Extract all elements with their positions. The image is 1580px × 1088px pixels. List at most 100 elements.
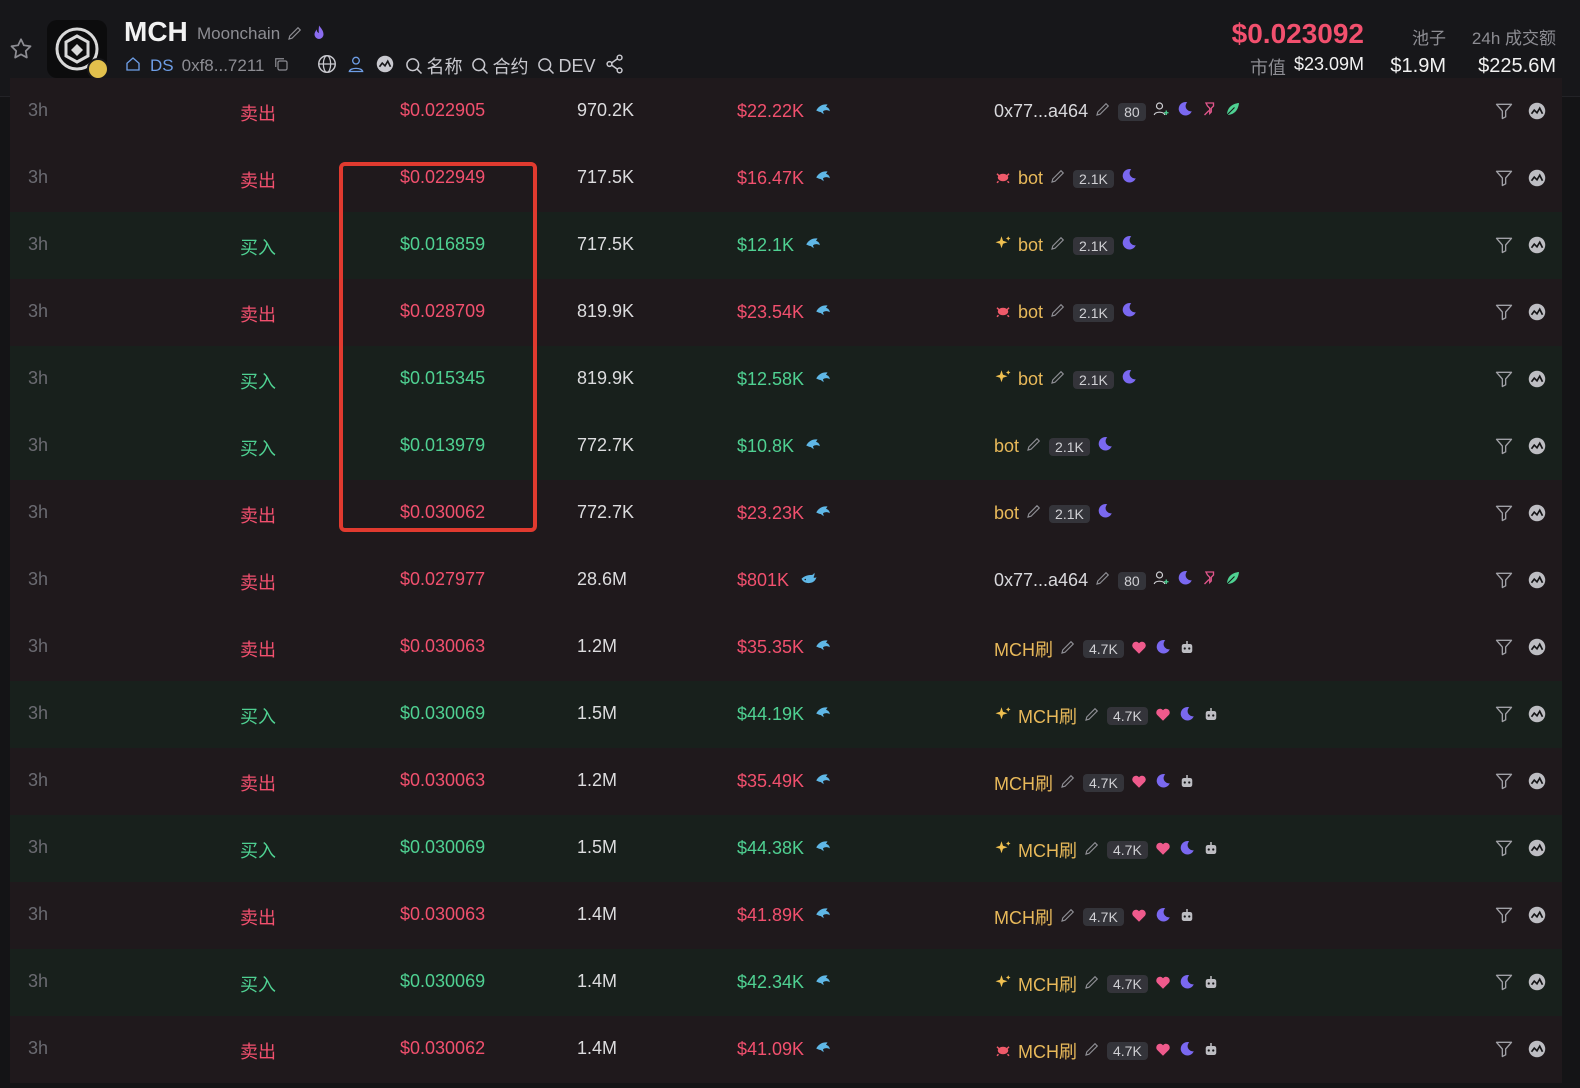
maker-name[interactable]: bot: [1018, 235, 1043, 256]
trade-amount: 717.5K: [577, 167, 635, 187]
website-globe-icon[interactable]: [316, 53, 338, 80]
filter-icon[interactable]: [1494, 503, 1514, 528]
trade-amount: 772.7K: [577, 502, 635, 522]
edit-pencil-icon[interactable]: [1083, 705, 1101, 728]
dolphin-icon: [814, 1038, 832, 1061]
maker-name[interactable]: MCH刷: [1018, 1038, 1077, 1064]
trade-amount: 1.4M: [577, 971, 618, 991]
edit-pencil-icon[interactable]: [1083, 839, 1101, 862]
edit-pencil-icon[interactable]: [1059, 906, 1077, 929]
trade-row[interactable]: 3h 卖出 $0.030062 772.7K $23.23K bot 2.1K: [10, 480, 1562, 547]
search-icon: [472, 58, 489, 75]
trade-row[interactable]: 3h 卖出 $0.022949 717.5K $16.47K bot 2.1K: [10, 145, 1562, 212]
filter-icon[interactable]: [1494, 1039, 1514, 1064]
edit-pencil-icon[interactable]: [1049, 234, 1067, 257]
trade-row[interactable]: 3h 买入 $0.016859 717.5K $12.1K bot 2.1K: [10, 212, 1562, 279]
chart-eye-icon[interactable]: [1526, 502, 1548, 529]
maker-name[interactable]: bot: [1018, 168, 1043, 189]
trade-type: 卖出: [240, 774, 276, 794]
filter-icon[interactable]: [1494, 369, 1514, 394]
filter-icon[interactable]: [1494, 972, 1514, 997]
trade-row[interactable]: 3h 卖出 $0.022905 970.2K $22.22K 0x77...a4…: [10, 78, 1562, 145]
chart-eye-icon[interactable]: [1526, 770, 1548, 797]
copy-icon[interactable]: [272, 55, 290, 78]
edit-pencil-icon[interactable]: [1059, 638, 1077, 661]
search-dev-link[interactable]: DEV: [536, 56, 596, 77]
trade-row[interactable]: 3h 卖出 $0.030063 1.2M $35.35K MCH刷 4.7K: [10, 614, 1562, 681]
chart-eye-icon[interactable]: [1526, 435, 1548, 462]
crab-icon: [994, 1040, 1012, 1063]
favorite-star-icon[interactable]: [8, 36, 34, 62]
maker-name[interactable]: 0x77...a464: [994, 570, 1088, 591]
filter-icon[interactable]: [1494, 302, 1514, 327]
maker-name[interactable]: MCH刷: [994, 636, 1053, 662]
edit-pencil-icon[interactable]: [1094, 100, 1112, 123]
trade-price: $0.030063: [400, 904, 486, 924]
filter-icon[interactable]: [1494, 704, 1514, 729]
filter-icon[interactable]: [1494, 168, 1514, 193]
trade-row[interactable]: 3h 卖出 $0.027977 28.6M $801K 0x77...a464 …: [10, 547, 1562, 614]
trade-value-cell: $801K: [737, 569, 819, 592]
edit-pencil-icon[interactable]: [1049, 368, 1067, 391]
filter-icon[interactable]: [1494, 436, 1514, 461]
trade-row[interactable]: 3h 买入 $0.030069 1.5M $44.38K MCH刷 4.7K: [10, 815, 1562, 882]
edit-pencil-icon[interactable]: [286, 24, 304, 47]
trade-row[interactable]: 3h 卖出 $0.030063 1.4M $41.89K MCH刷 4.7K: [10, 882, 1562, 949]
trade-row[interactable]: 3h 卖出 $0.030063 1.2M $35.49K MCH刷 4.7K: [10, 748, 1562, 815]
edit-pencil-icon[interactable]: [1049, 167, 1067, 190]
chart-eye-icon[interactable]: [1526, 636, 1548, 663]
trade-row[interactable]: 3h 卖出 $0.028709 819.9K $23.54K bot 2.1K: [10, 279, 1562, 346]
edit-pencil-icon[interactable]: [1083, 1040, 1101, 1063]
trade-row[interactable]: 3h 买入 $0.030069 1.5M $44.19K MCH刷 4.7K: [10, 681, 1562, 748]
maker-name[interactable]: MCH刷: [994, 770, 1053, 796]
chart-eye-icon[interactable]: [1526, 301, 1548, 328]
filter-icon[interactable]: [1494, 637, 1514, 662]
chart-eye-icon[interactable]: [374, 53, 396, 80]
moon-icon: [1176, 100, 1194, 123]
edit-pencil-icon[interactable]: [1059, 772, 1077, 795]
trade-price: $0.015345: [400, 368, 486, 388]
chart-eye-icon[interactable]: [1526, 234, 1548, 261]
edit-pencil-icon[interactable]: [1094, 569, 1112, 592]
maker-name[interactable]: 0x77...a464: [994, 101, 1088, 122]
trade-amount: 970.2K: [577, 100, 635, 120]
trade-amount: 819.9K: [577, 368, 635, 388]
trade-maker-cell: MCH刷 4.7K: [994, 703, 1220, 729]
filter-icon[interactable]: [1494, 771, 1514, 796]
chart-eye-icon[interactable]: [1526, 569, 1548, 596]
maker-name[interactable]: MCH刷: [1018, 971, 1077, 997]
chart-eye-icon[interactable]: [1526, 971, 1548, 998]
maker-name[interactable]: bot: [994, 503, 1019, 524]
trade-row[interactable]: 3h 卖出 $0.030062 1.4M $41.09K MCH刷 4.7K: [10, 1016, 1562, 1083]
filter-icon[interactable]: [1494, 570, 1514, 595]
row-actions: [1494, 100, 1548, 127]
chart-eye-icon[interactable]: [1526, 368, 1548, 395]
chart-eye-icon[interactable]: [1526, 904, 1548, 931]
maker-name[interactable]: MCH刷: [1018, 703, 1077, 729]
edit-pencil-icon[interactable]: [1049, 301, 1067, 324]
profile-user-icon[interactable]: [346, 53, 366, 80]
filter-icon[interactable]: [1494, 905, 1514, 930]
filter-icon[interactable]: [1494, 101, 1514, 126]
share-icon[interactable]: [604, 53, 626, 80]
trade-row[interactable]: 3h 买入 $0.013979 772.7K $10.8K bot 2.1K: [10, 413, 1562, 480]
chart-eye-icon[interactable]: [1526, 167, 1548, 194]
filter-icon[interactable]: [1494, 235, 1514, 260]
chart-eye-icon[interactable]: [1526, 1038, 1548, 1065]
chart-eye-icon[interactable]: [1526, 837, 1548, 864]
maker-name[interactable]: MCH刷: [994, 904, 1053, 930]
search-name-link[interactable]: 名称: [404, 53, 462, 79]
maker-name[interactable]: bot: [994, 436, 1019, 457]
chart-eye-icon[interactable]: [1526, 703, 1548, 730]
trade-row[interactable]: 3h 买入 $0.015345 819.9K $12.58K bot 2.1K: [10, 346, 1562, 413]
filter-icon[interactable]: [1494, 838, 1514, 863]
trade-row[interactable]: 3h 买入 $0.030069 1.4M $42.34K MCH刷 4.7K: [10, 949, 1562, 1016]
chart-eye-icon[interactable]: [1526, 100, 1548, 127]
edit-pencil-icon[interactable]: [1025, 502, 1043, 525]
edit-pencil-icon[interactable]: [1083, 973, 1101, 996]
maker-name[interactable]: bot: [1018, 369, 1043, 390]
search-contract-link[interactable]: 合约: [470, 53, 528, 79]
maker-name[interactable]: bot: [1018, 302, 1043, 323]
maker-name[interactable]: MCH刷: [1018, 837, 1077, 863]
edit-pencil-icon[interactable]: [1025, 435, 1043, 458]
